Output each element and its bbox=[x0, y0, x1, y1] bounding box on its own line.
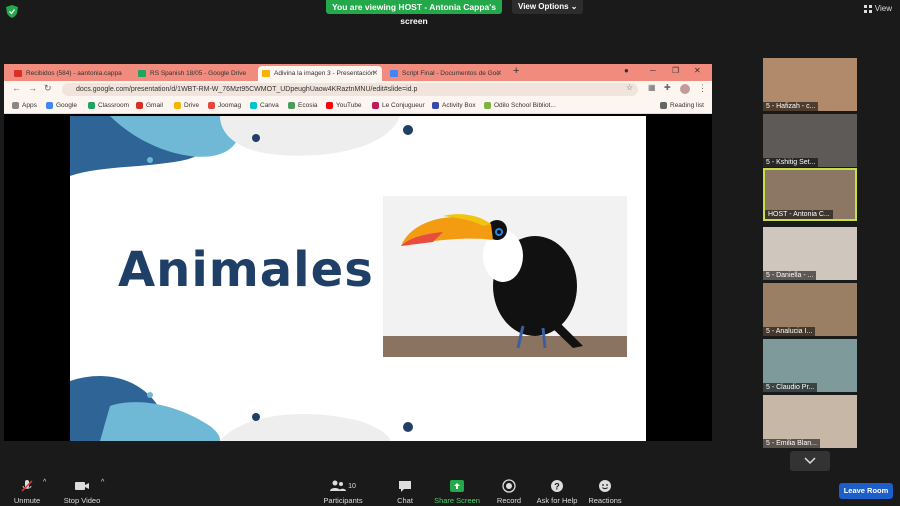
stop-video-button[interactable]: Stop Video bbox=[52, 473, 112, 505]
video-camera-icon bbox=[75, 482, 89, 490]
bookmark-drive[interactable]: Drive bbox=[174, 98, 199, 114]
bookmark-joomag[interactable]: Joomag bbox=[208, 98, 241, 114]
unmute-options-icon[interactable]: ^ bbox=[43, 479, 46, 486]
close-tab-icon[interactable]: ✕ bbox=[496, 66, 502, 81]
video-options-icon[interactable]: ^ bbox=[101, 479, 104, 486]
help-icon: ? bbox=[551, 480, 563, 492]
record-dot-icon: ● bbox=[624, 66, 629, 75]
participant-tile[interactable]: 5 - Hafizah - c... bbox=[763, 58, 857, 111]
bookmarks-bar: Apps Google Classroom Gmail Drive Joomag… bbox=[4, 98, 712, 114]
browser-tab-slides[interactable]: Adivina la imagen 3 - Presentación ✕ bbox=[258, 66, 382, 81]
presentation-slide: Animales bbox=[70, 116, 646, 441]
bookmark-odilo[interactable]: Odilo School Bibliot... bbox=[484, 98, 556, 114]
bookmark-ecosia[interactable]: Ecosia bbox=[288, 98, 318, 114]
tab-label: Recibidos (584) - aantonia.cappa bbox=[26, 70, 122, 77]
profile-avatar[interactable] bbox=[680, 84, 690, 94]
extension-icon[interactable]: ▦ bbox=[648, 83, 656, 92]
shared-screen: Recibidos (584) - aantonia.cappa RS Span… bbox=[4, 64, 712, 441]
participant-name: 5 - Claudio Pr... bbox=[763, 383, 818, 392]
chevron-down-icon bbox=[804, 457, 816, 465]
participants-count: 10 bbox=[348, 482, 356, 490]
view-label: View bbox=[874, 4, 892, 13]
url-text: docs.google.com/presentation/d/1WBT-RM-W… bbox=[76, 86, 418, 93]
record-icon bbox=[502, 479, 516, 493]
tab-label: RS Spanish 18/05 - Google Drive bbox=[150, 70, 247, 77]
meeting-toolbar: Unmute ^ Stop Video ^ 10 Participants Ch… bbox=[0, 473, 900, 506]
address-bar[interactable]: docs.google.com/presentation/d/1WBT-RM-W… bbox=[62, 83, 638, 96]
browser-tab-gmail[interactable]: Recibidos (584) - aantonia.cappa bbox=[10, 66, 128, 81]
drive-icon bbox=[138, 70, 146, 77]
viewing-banner: You are viewing HOST - Antonia Cappa's s… bbox=[326, 0, 502, 26]
minimize-icon[interactable]: ─ bbox=[650, 66, 656, 75]
participant-name: 5 - Hafizah - c... bbox=[763, 102, 819, 111]
bookmark-activity-box[interactable]: Activity Box bbox=[432, 98, 476, 114]
star-icon[interactable]: ☆ bbox=[626, 83, 633, 92]
participant-name: 5 - Daniella - ... bbox=[763, 271, 817, 280]
browser-tab-docs[interactable]: Script Final - Documentos de Goo ✕ bbox=[386, 66, 506, 81]
participant-name: HOST - Antonia C... bbox=[765, 210, 833, 219]
gmail-icon bbox=[14, 70, 22, 77]
svg-text:?: ? bbox=[554, 482, 560, 492]
reactions-button[interactable]: Reactions bbox=[575, 473, 635, 505]
participant-tile[interactable]: 5 - Claudio Pr... bbox=[763, 339, 857, 392]
participant-tile[interactable]: 5 - Emilia Blan... bbox=[763, 395, 857, 448]
bookmark-le-conjugueur[interactable]: Le Conjugueur bbox=[372, 98, 425, 114]
toucan-image bbox=[383, 196, 627, 357]
participant-name: 5 - Analucia I... bbox=[763, 327, 816, 336]
participant-tile-host[interactable]: HOST - Antonia C... bbox=[763, 168, 857, 221]
tab-label: Adivina la imagen 3 - Presentación bbox=[274, 70, 375, 77]
participants-button[interactable]: 10 Participants bbox=[313, 473, 373, 505]
browser-tab-bar: Recibidos (584) - aantonia.cappa RS Span… bbox=[4, 64, 712, 81]
chat-icon bbox=[399, 481, 411, 492]
leave-room-button[interactable]: Leave Room bbox=[839, 483, 893, 499]
forward-icon[interactable]: → bbox=[28, 83, 37, 93]
address-row: ← → ↻ docs.google.com/presentation/d/1WB… bbox=[4, 81, 712, 98]
close-window-icon[interactable]: ✕ bbox=[694, 66, 701, 75]
share-screen-button[interactable]: Share Screen bbox=[427, 473, 487, 505]
puzzle-icon[interactable]: ✚ bbox=[664, 83, 671, 92]
bookmark-canva[interactable]: Canva bbox=[250, 98, 279, 114]
view-button[interactable]: View bbox=[863, 4, 892, 13]
slide-title: Animales bbox=[118, 242, 374, 298]
view-options-button[interactable]: View Options ⌄ bbox=[512, 0, 584, 14]
menu-dots-icon[interactable]: ⋮ bbox=[698, 83, 707, 94]
reload-icon[interactable]: ↻ bbox=[44, 83, 52, 94]
participants-icon bbox=[330, 480, 347, 491]
shield-icon bbox=[6, 5, 18, 18]
participant-name: 5 - Kshitig Set... bbox=[763, 158, 819, 167]
unmute-button[interactable]: Unmute bbox=[0, 473, 57, 505]
tab-label: Script Final - Documentos de Goo bbox=[402, 70, 500, 77]
bookmark-gmail[interactable]: Gmail bbox=[136, 98, 163, 114]
microphone-muted-icon bbox=[21, 480, 33, 492]
bookmark-google[interactable]: Google bbox=[46, 98, 77, 114]
bookmark-apps[interactable]: Apps bbox=[12, 98, 37, 114]
zoom-window: You are viewing HOST - Antonia Cappa's s… bbox=[0, 0, 900, 506]
grid-icon bbox=[863, 4, 872, 13]
chat-button[interactable]: Chat bbox=[375, 473, 435, 505]
reading-list[interactable]: Reading list bbox=[660, 98, 704, 114]
participant-tile[interactable]: 5 - Daniella - ... bbox=[763, 227, 857, 280]
bookmark-classroom[interactable]: Classroom bbox=[88, 98, 129, 114]
docs-icon bbox=[390, 70, 398, 77]
slides-icon bbox=[262, 70, 270, 77]
scroll-down-button[interactable] bbox=[790, 451, 830, 471]
participant-tile[interactable]: 5 - Kshitig Set... bbox=[763, 114, 857, 167]
participant-tile[interactable]: 5 - Analucia I... bbox=[763, 283, 857, 336]
bookmark-youtube[interactable]: YouTube bbox=[326, 98, 362, 114]
smiley-icon bbox=[599, 480, 611, 492]
back-icon[interactable]: ← bbox=[12, 83, 21, 93]
close-tab-icon[interactable]: ✕ bbox=[372, 66, 378, 81]
share-screen-icon bbox=[450, 480, 464, 492]
new-tab-icon[interactable]: + bbox=[513, 65, 519, 77]
participant-name: 5 - Emilia Blan... bbox=[763, 439, 820, 448]
restore-icon[interactable]: ❐ bbox=[672, 66, 679, 75]
browser-tab-drive[interactable]: RS Spanish 18/05 - Google Drive bbox=[134, 66, 252, 81]
